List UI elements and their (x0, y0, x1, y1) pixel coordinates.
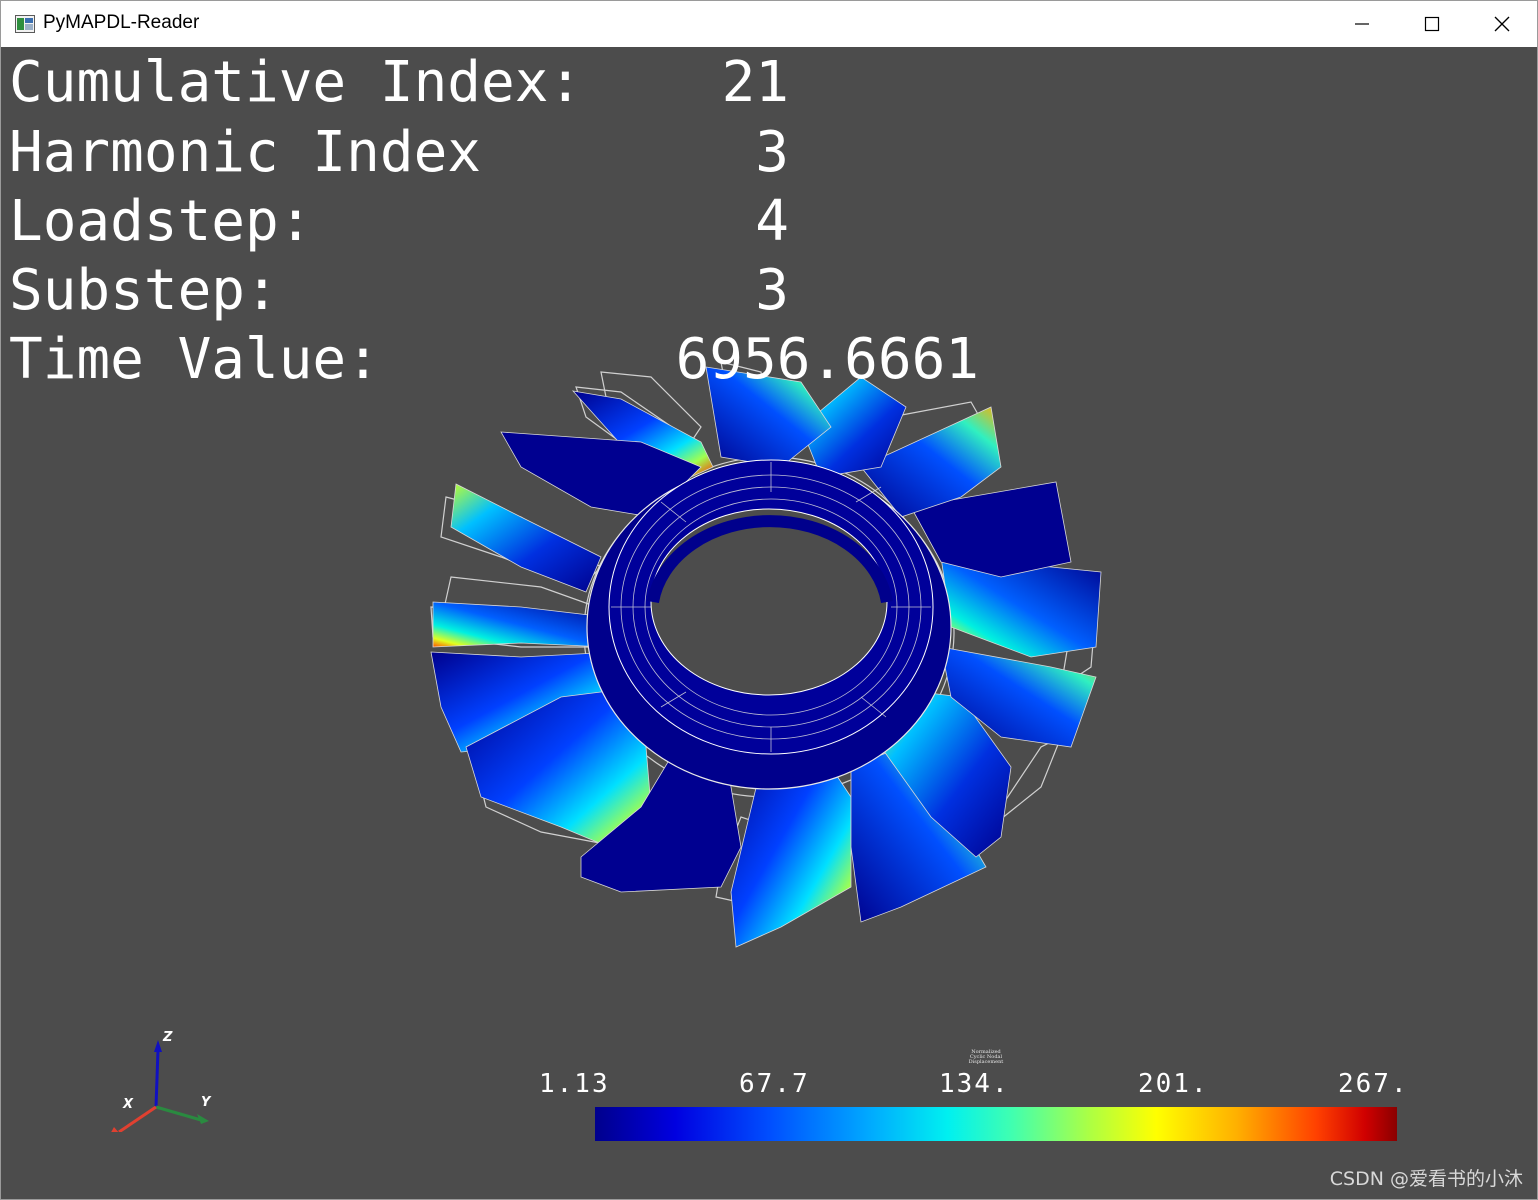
axis-label-y: Y (201, 1095, 212, 1110)
colorbar-tick: 67.7 (739, 1069, 810, 1099)
maximize-icon (1424, 16, 1440, 32)
colorbar-tick: 201. (1138, 1069, 1209, 1099)
title-bar[interactable]: PyMAPDL-Reader (1, 1, 1537, 47)
cumulative-index-value: 21 (721, 50, 789, 115)
colorbar-title-line: Displacement (968, 1059, 1004, 1065)
minimize-button[interactable] (1327, 1, 1397, 47)
axes-triad-icon: Z X Y (111, 1030, 212, 1132)
minimize-icon (1355, 23, 1369, 25)
colorbar-tick: 134. (939, 1069, 1010, 1099)
render-viewport[interactable]: Cumulative Index: 21 Harmonic Index 3 Lo… (1, 47, 1537, 1199)
app-window: PyMAPDL-Reader Cumulative Index: 21 Harm… (0, 0, 1538, 1200)
cumulative-index-label: Cumulative Index: (9, 50, 583, 115)
colorbar-title: Normalized Cyclic Nodal Displacement (961, 1050, 1011, 1065)
colorbar-tick: 1.13 (539, 1069, 610, 1099)
app-icon (15, 15, 35, 33)
loadstep-label: Loadstep: (9, 189, 313, 254)
maximize-button[interactable] (1397, 1, 1467, 47)
harmonic-index-value: 3 (755, 120, 789, 185)
watermark: CSDN @爱看书的小沐 (1329, 1168, 1523, 1190)
time-value-label: Time Value: (9, 327, 380, 392)
substep-value: 3 (755, 258, 789, 323)
time-value-value: 6956.6661 (675, 327, 979, 392)
colorbar-tick: 267. (1338, 1069, 1409, 1099)
colorbar (595, 1107, 1397, 1141)
substep-label: Substep: (9, 258, 279, 323)
close-button[interactable] (1467, 1, 1537, 47)
close-icon (1494, 16, 1510, 32)
harmonic-index-label: Harmonic Index (9, 120, 482, 185)
axis-label-z: Z (162, 1030, 173, 1045)
loadstep-value: 4 (755, 189, 789, 254)
axis-label-x: X (122, 1097, 134, 1112)
window-title: PyMAPDL-Reader (43, 12, 200, 33)
